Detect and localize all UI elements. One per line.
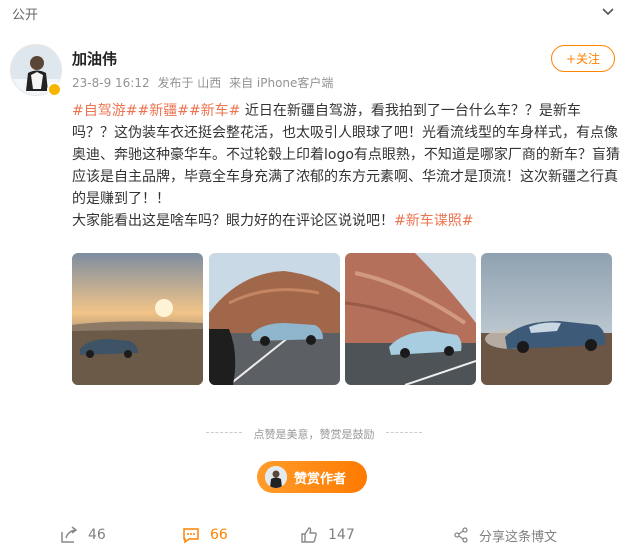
post-text: #自驾游##新疆##新车# 近日在新疆自驾游，看我拍到了一台什么车？？是新车吗？… xyxy=(72,100,620,232)
follow-button[interactable]: +关注 xyxy=(551,45,615,72)
reward-label: 赞赏作者 xyxy=(294,471,347,487)
reward-divider: 点赞是美意，赞赏是鼓励 xyxy=(206,426,422,441)
timestamp[interactable]: 23-8-9 16:12 xyxy=(72,76,150,90)
chevron-down-icon[interactable] xyxy=(600,3,616,19)
forward-icon xyxy=(454,527,468,543)
action-bar: 46 66 147 分享这条博文 xyxy=(0,520,632,550)
share-button[interactable]: 46 xyxy=(60,520,106,550)
like-icon xyxy=(301,527,317,543)
share-icon xyxy=(61,526,78,543)
visibility-label: 公开 xyxy=(12,8,39,23)
comment-icon xyxy=(183,528,199,544)
comment-count: 66 xyxy=(210,527,228,543)
like-count: 147 xyxy=(328,527,355,543)
divider-line-left xyxy=(206,432,242,433)
photo-grid xyxy=(72,253,616,385)
post-question: 大家能看出这是啥车吗？眼力好的在评论区说说吧！ xyxy=(72,213,394,229)
top-bar: 公开 xyxy=(0,0,632,26)
forward-label: 分享这条博文 xyxy=(479,529,558,545)
hashtag-xinche[interactable]: #新车# xyxy=(189,103,240,119)
photo-2[interactable] xyxy=(209,253,340,385)
hashtag-xinchediezhao[interactable]: #新车谍照# xyxy=(394,213,473,229)
divider-line-right xyxy=(386,432,422,433)
source: 来自 iPhone客户端 xyxy=(229,76,334,90)
verified-badge-icon xyxy=(47,82,62,97)
hashtag-zijiayou[interactable]: #自驾游# xyxy=(72,103,137,119)
forward-button[interactable]: 分享这条博文 xyxy=(453,520,557,550)
divider-text: 点赞是美意，赞赏是鼓励 xyxy=(253,428,375,441)
reward-author-button[interactable]: 赞赏作者 xyxy=(257,461,367,493)
hashtag-xinjiang[interactable]: #新疆# xyxy=(137,103,188,119)
photo-4[interactable] xyxy=(481,253,612,385)
share-count: 46 xyxy=(88,527,106,543)
username[interactable]: 加油伟 xyxy=(72,48,117,69)
comment-button[interactable]: 66 xyxy=(182,520,228,550)
reward-avatar xyxy=(265,466,287,488)
photo-1[interactable] xyxy=(72,253,203,385)
location: 发布于 山西 xyxy=(157,76,222,90)
like-button[interactable]: 147 xyxy=(300,520,355,550)
photo-3[interactable] xyxy=(345,253,476,385)
post-meta: 23-8-9 16:12 发布于 山西 来自 iPhone客户端 xyxy=(72,74,337,91)
